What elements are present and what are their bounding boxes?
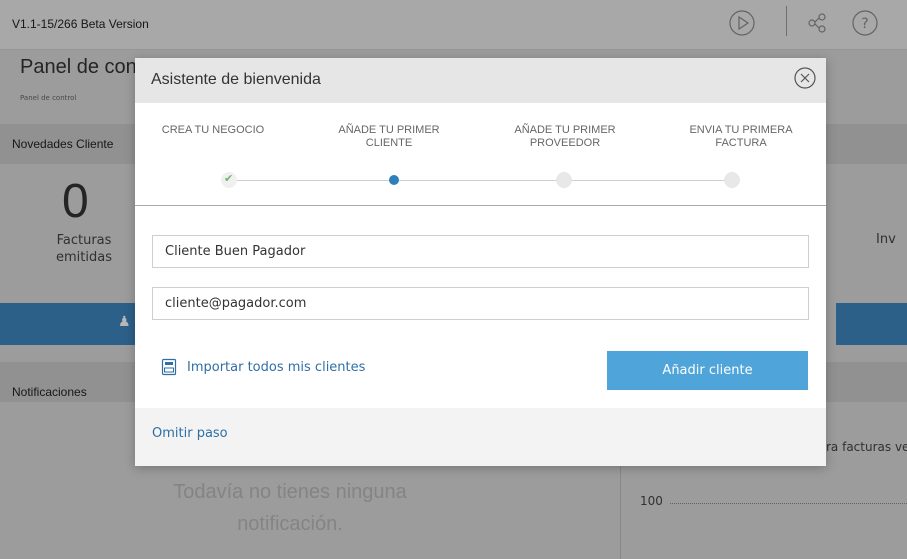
check-icon: ✔ [224,172,234,185]
client-name-input[interactable] [152,235,809,268]
stepper-line [229,180,395,181]
step-send-first-invoice: ENVIA TU PRIMERA FACTURA [689,124,793,149]
step-dot-done: ✔ [221,172,237,188]
import-file-icon [161,358,177,376]
step-dot-pending [724,172,740,188]
stepper-divider [135,205,826,206]
modal-footer: Omitir paso [135,408,826,466]
step-add-first-client: AÑADE TU PRIMER CLIENTE [338,124,440,149]
stepper-line [399,180,561,181]
modal-title: Asistente de bienvenida [151,71,321,88]
stepper-line [569,180,731,181]
close-icon[interactable] [793,66,817,90]
step-dot-active [389,175,399,185]
import-clients-link[interactable]: Importar todos mis clientes [161,358,365,376]
skip-step-link[interactable]: Omitir paso [152,426,228,441]
welcome-wizard-modal: Asistente de bienvenida CREA TU NEGOCIO … [135,58,826,466]
step-dot-pending [556,172,572,188]
step-add-first-supplier: AÑADE TU PRIMER PROVEEDOR [514,124,616,149]
modal-header: Asistente de bienvenida [135,58,826,103]
add-client-button[interactable]: Añadir cliente [607,351,808,390]
step-create-business: CREA TU NEGOCIO [161,124,265,136]
import-clients-label: Importar todos mis clientes [187,359,366,375]
client-email-input[interactable] [152,287,809,320]
